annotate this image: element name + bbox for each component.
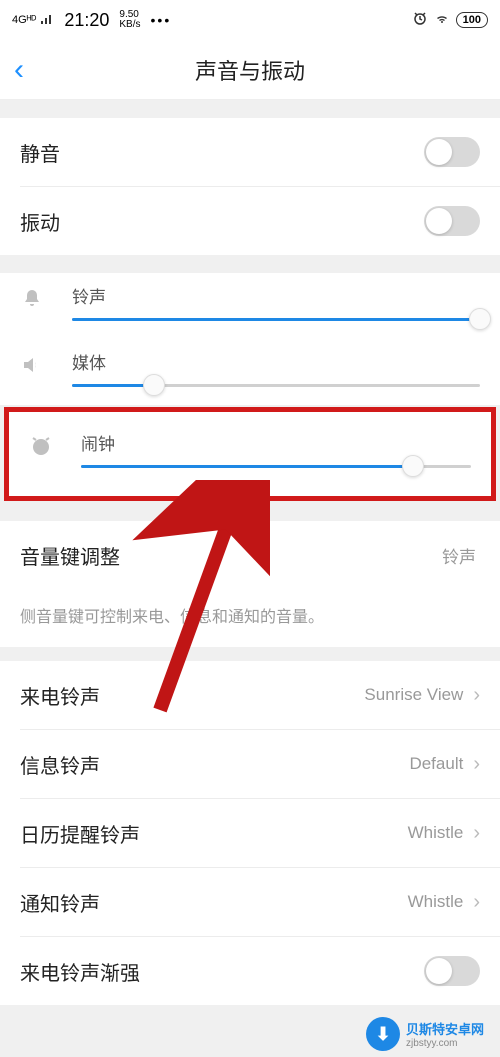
chevron-right-icon: ›	[473, 684, 480, 707]
crescendo-toggle[interactable]	[424, 956, 480, 986]
calendar-ringtone-row[interactable]: 日历提醒铃声 Whistle ›	[0, 799, 500, 867]
incoming-label: 来电铃声	[20, 681, 100, 710]
chevron-right-icon: ›	[473, 753, 480, 776]
bell-icon	[20, 287, 54, 317]
mute-toggle[interactable]	[424, 137, 480, 167]
chevron-right-icon: ›	[473, 891, 480, 914]
speaker-icon	[20, 353, 54, 383]
alarm-slider-row: 闹钟	[9, 412, 491, 496]
signal-icon	[40, 13, 54, 28]
network-type: 4Gᴴᴰ	[12, 14, 36, 26]
media-slider-row: 媒体	[0, 339, 500, 405]
crescendo-row: 来电铃声渐强	[0, 937, 500, 1005]
ringtone-slider[interactable]	[72, 318, 480, 321]
message-ringtone-row[interactable]: 信息铃声 Default ›	[0, 730, 500, 798]
watermark: ⬇ 贝斯特安卓网 zjbstyy.com	[366, 1017, 484, 1051]
data-rate: 9.50KB/s	[119, 10, 140, 30]
message-value: Default	[409, 754, 463, 774]
incoming-ringtone-row[interactable]: 来电铃声 Sunrise View ›	[0, 661, 500, 729]
volkey-row[interactable]: 音量键调整 铃声	[0, 521, 500, 589]
crescendo-label: 来电铃声渐强	[20, 957, 140, 986]
ringtone-slider-label: 铃声	[72, 283, 480, 308]
notification-ringtone-row[interactable]: 通知铃声 Whistle ›	[0, 868, 500, 936]
calendar-value: Whistle	[408, 823, 464, 843]
nav-bar: ‹ 声音与振动	[0, 40, 500, 100]
status-right: 100	[412, 10, 488, 31]
wifi-icon	[434, 11, 450, 29]
more-dots: •••	[151, 12, 172, 28]
watermark-url: zjbstyy.com	[406, 1038, 484, 1049]
mute-row: 静音	[0, 118, 500, 186]
watermark-brand: 贝斯特安卓网	[406, 1019, 484, 1038]
media-slider-label: 媒体	[72, 349, 480, 374]
message-label: 信息铃声	[20, 750, 100, 779]
status-time: 21:20	[64, 10, 109, 31]
clock-icon	[29, 434, 63, 464]
alarm-icon	[412, 10, 428, 31]
notification-value: Whistle	[408, 892, 464, 912]
status-left: 4Gᴴᴰ 21:20 9.50KB/s •••	[12, 10, 171, 31]
vibrate-label: 振动	[20, 207, 60, 236]
volkey-value: 铃声	[442, 543, 476, 568]
watermark-icon: ⬇	[366, 1017, 400, 1051]
vibrate-row: 振动	[0, 187, 500, 255]
chevron-right-icon: ›	[473, 822, 480, 845]
battery-indicator: 100	[456, 12, 488, 28]
vibrate-toggle[interactable]	[424, 206, 480, 236]
highlight-box: 闹钟	[4, 407, 496, 501]
volkey-label: 音量键调整	[20, 541, 120, 570]
mute-label: 静音	[20, 138, 60, 167]
incoming-value: Sunrise View	[364, 685, 463, 705]
calendar-label: 日历提醒铃声	[20, 819, 140, 848]
notification-label: 通知铃声	[20, 888, 100, 917]
back-button[interactable]: ‹	[14, 53, 24, 87]
page-title: 声音与振动	[0, 54, 500, 86]
alarm-slider-label: 闹钟	[81, 430, 471, 455]
ringtone-slider-row: 铃声	[0, 273, 500, 339]
media-slider[interactable]	[72, 384, 480, 387]
alarm-slider[interactable]	[81, 465, 471, 468]
status-bar: 4Gᴴᴰ 21:20 9.50KB/s ••• 100	[0, 0, 500, 40]
volkey-desc: 侧音量键可控制来电、信息和通知的音量。	[0, 589, 500, 647]
